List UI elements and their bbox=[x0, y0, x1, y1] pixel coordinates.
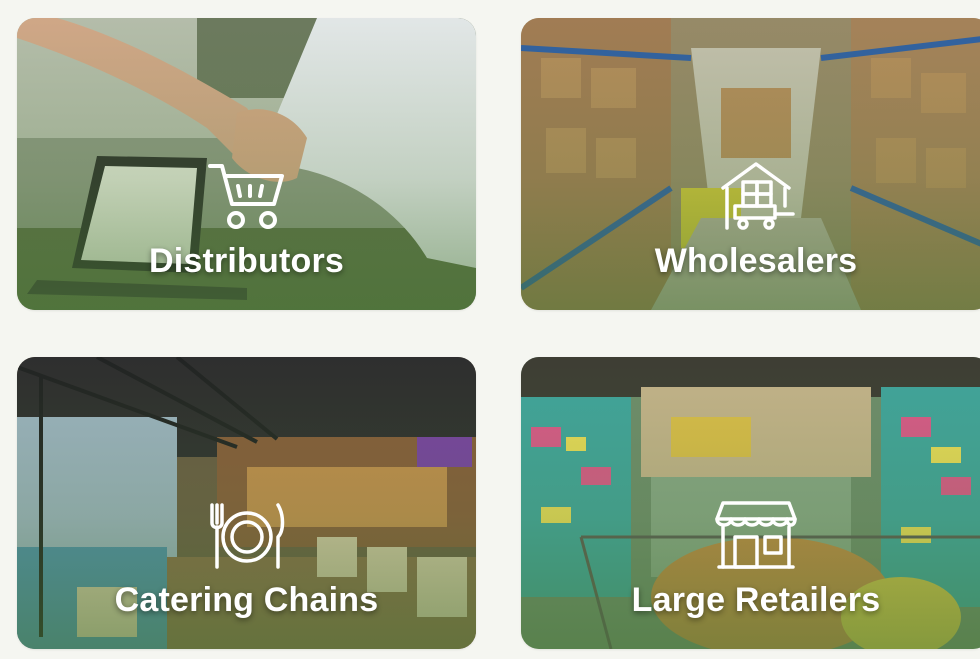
card-wholesalers[interactable]: Wholesalers bbox=[521, 18, 980, 310]
warehouse-cart-icon bbox=[713, 158, 799, 234]
card-label: Catering Chains bbox=[114, 581, 379, 619]
card-distributors[interactable]: Distributors bbox=[17, 18, 476, 310]
card-label: Large Retailers bbox=[631, 581, 881, 619]
plate-cutlery-icon bbox=[204, 497, 290, 573]
card-label: Wholesalers bbox=[654, 242, 858, 280]
shopping-cart-icon bbox=[204, 158, 290, 234]
card-large-retailers[interactable]: Large Retailers bbox=[521, 357, 980, 649]
card-catering-chains[interactable]: Catering Chains bbox=[17, 357, 476, 649]
card-label: Distributors bbox=[148, 242, 345, 280]
storefront-icon bbox=[713, 497, 799, 573]
